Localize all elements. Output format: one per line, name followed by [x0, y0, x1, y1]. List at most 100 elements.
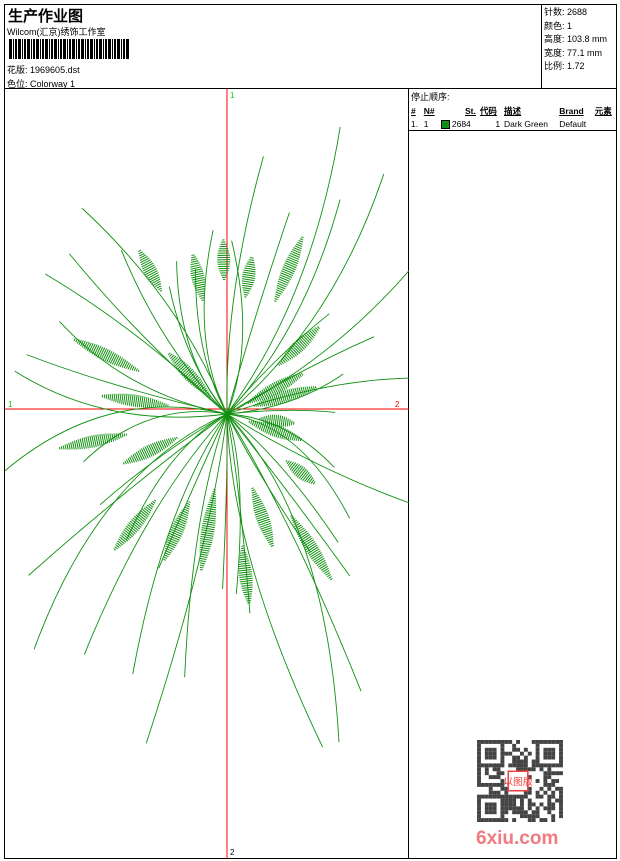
barcode-bar [87, 39, 89, 59]
barcode-bar [99, 39, 102, 59]
fern-leaf [138, 250, 162, 291]
stitch-count: 针数: 2688 [544, 6, 615, 20]
barcode-bar [69, 39, 71, 59]
barcode-bar [63, 39, 66, 59]
fern-leaf [274, 237, 303, 302]
barcode-bar [18, 39, 21, 59]
stitch-line [45, 274, 227, 414]
barcode-bar [114, 39, 116, 59]
watermark: 6xiu.com [476, 828, 558, 850]
design-preview: 1 2 1 2 [5, 89, 409, 859]
barcode-bar [108, 39, 111, 59]
axis-label-right: 2 [395, 400, 400, 409]
design-file-value: 1969605.dst [30, 65, 80, 75]
fern-leaf [242, 258, 256, 297]
stop-sequence-title: 停止顺序: [409, 89, 617, 104]
fern-leaf [190, 255, 205, 301]
barcode-bar [76, 39, 77, 59]
stitch-line [227, 174, 384, 414]
design-scale: 比例: 1.72 [544, 60, 615, 74]
page-title: 生产作业图 [8, 5, 83, 26]
barcode-bar [126, 39, 129, 59]
row-n: 1 [422, 118, 439, 131]
qr-code: 以图版 [476, 740, 564, 822]
stitch-line [227, 414, 361, 691]
stitch-line [227, 414, 339, 742]
svg-text:以图版: 以图版 [503, 775, 532, 788]
fern-leaf [59, 433, 126, 449]
barcode-bar [103, 39, 104, 59]
colorway-value: Colorway 1 [30, 79, 75, 89]
stitch-line [121, 250, 227, 414]
barcode-bar [60, 39, 62, 59]
barcode-bar [15, 39, 17, 59]
barcode-bar [27, 39, 30, 59]
col-index: # [409, 104, 422, 118]
stitch-line [29, 414, 227, 575]
barcode [9, 39, 129, 59]
barcode-bar [54, 39, 57, 59]
barcode-bar [33, 39, 35, 59]
fern-leaf [74, 338, 139, 371]
barcode-bar [13, 39, 14, 59]
row-stitches-value: 2684 [452, 119, 471, 129]
col-brand: Brand [557, 104, 593, 118]
barcode-bar [117, 39, 120, 59]
barcode-bar [96, 39, 98, 59]
barcode-bar [40, 39, 41, 59]
design-info: 针数: 2688 颜色: 1 高度: 103.8 mm 宽度: 77.1 mm … [541, 5, 617, 89]
row-element [593, 118, 617, 131]
company-name: Wilcom(汇京)绣饰工作室 [7, 25, 106, 38]
embroidery-canvas: 1 2 1 2 [5, 89, 409, 859]
row-desc: Dark Green [502, 118, 557, 131]
colorway-label: 色位: [7, 79, 28, 89]
col-code: 代码 [478, 104, 502, 118]
design-file: 花版: 1969605.dst [7, 63, 80, 76]
barcode-bar [121, 39, 122, 59]
barcode-bar [9, 39, 12, 59]
barcode-bar [45, 39, 48, 59]
color-count: 颜色: 1 [544, 20, 615, 34]
col-element: 元素 [593, 104, 617, 118]
design-width: 宽度: 77.1 mm [544, 47, 615, 61]
barcode-bar [81, 39, 84, 59]
fern-leaf [217, 240, 230, 280]
worksheet: 生产作业图 Wilcom(汇京)绣饰工作室 花版: 1969605.dst 色位… [4, 4, 617, 859]
stitch-line [227, 414, 240, 594]
barcode-bar [85, 39, 86, 59]
barcode-bar [42, 39, 44, 59]
barcode-bar [78, 39, 80, 59]
barcode-bar [22, 39, 23, 59]
stitch-line [227, 156, 264, 414]
barcode-bar [49, 39, 50, 59]
barcode-bar [31, 39, 32, 59]
axis-label-bottom: 2 [230, 848, 235, 857]
embroidery-design [5, 127, 409, 747]
fern-leaf [168, 353, 211, 397]
fern-leaf [102, 394, 168, 408]
design-label: 花版: [7, 65, 28, 75]
color-swatch [441, 120, 450, 129]
header: 生产作业图 Wilcom(汇京)绣饰工作室 花版: 1969605.dst 色位… [5, 5, 542, 89]
col-n: N# [422, 104, 439, 118]
axis-label-top: 1 [230, 91, 235, 100]
stitch-line [227, 414, 323, 747]
row-index: 1. [409, 118, 422, 131]
stop-sequence-table: # N# St. 代码 描述 Brand 元素 1. 1 2684 1 Dark… [409, 104, 617, 131]
table-row[interactable]: 1. 1 2684 1 Dark Green Default [409, 118, 617, 131]
fern-leaf [251, 488, 273, 546]
stitch-line [5, 407, 227, 491]
stitch-line [227, 410, 335, 414]
row-stitches: 2684 [439, 118, 478, 131]
barcode-bar [67, 39, 68, 59]
barcode-bar [72, 39, 75, 59]
col-stitches: St. [439, 104, 478, 118]
barcode-bar [36, 39, 39, 59]
barcode-bar [58, 39, 59, 59]
axis-label-left: 1 [8, 400, 13, 409]
fern-leaf [239, 546, 253, 603]
barcode-bar [94, 39, 95, 59]
barcode-bar [112, 39, 113, 59]
stitch-line [100, 414, 227, 505]
row-code: 1 [478, 118, 502, 131]
